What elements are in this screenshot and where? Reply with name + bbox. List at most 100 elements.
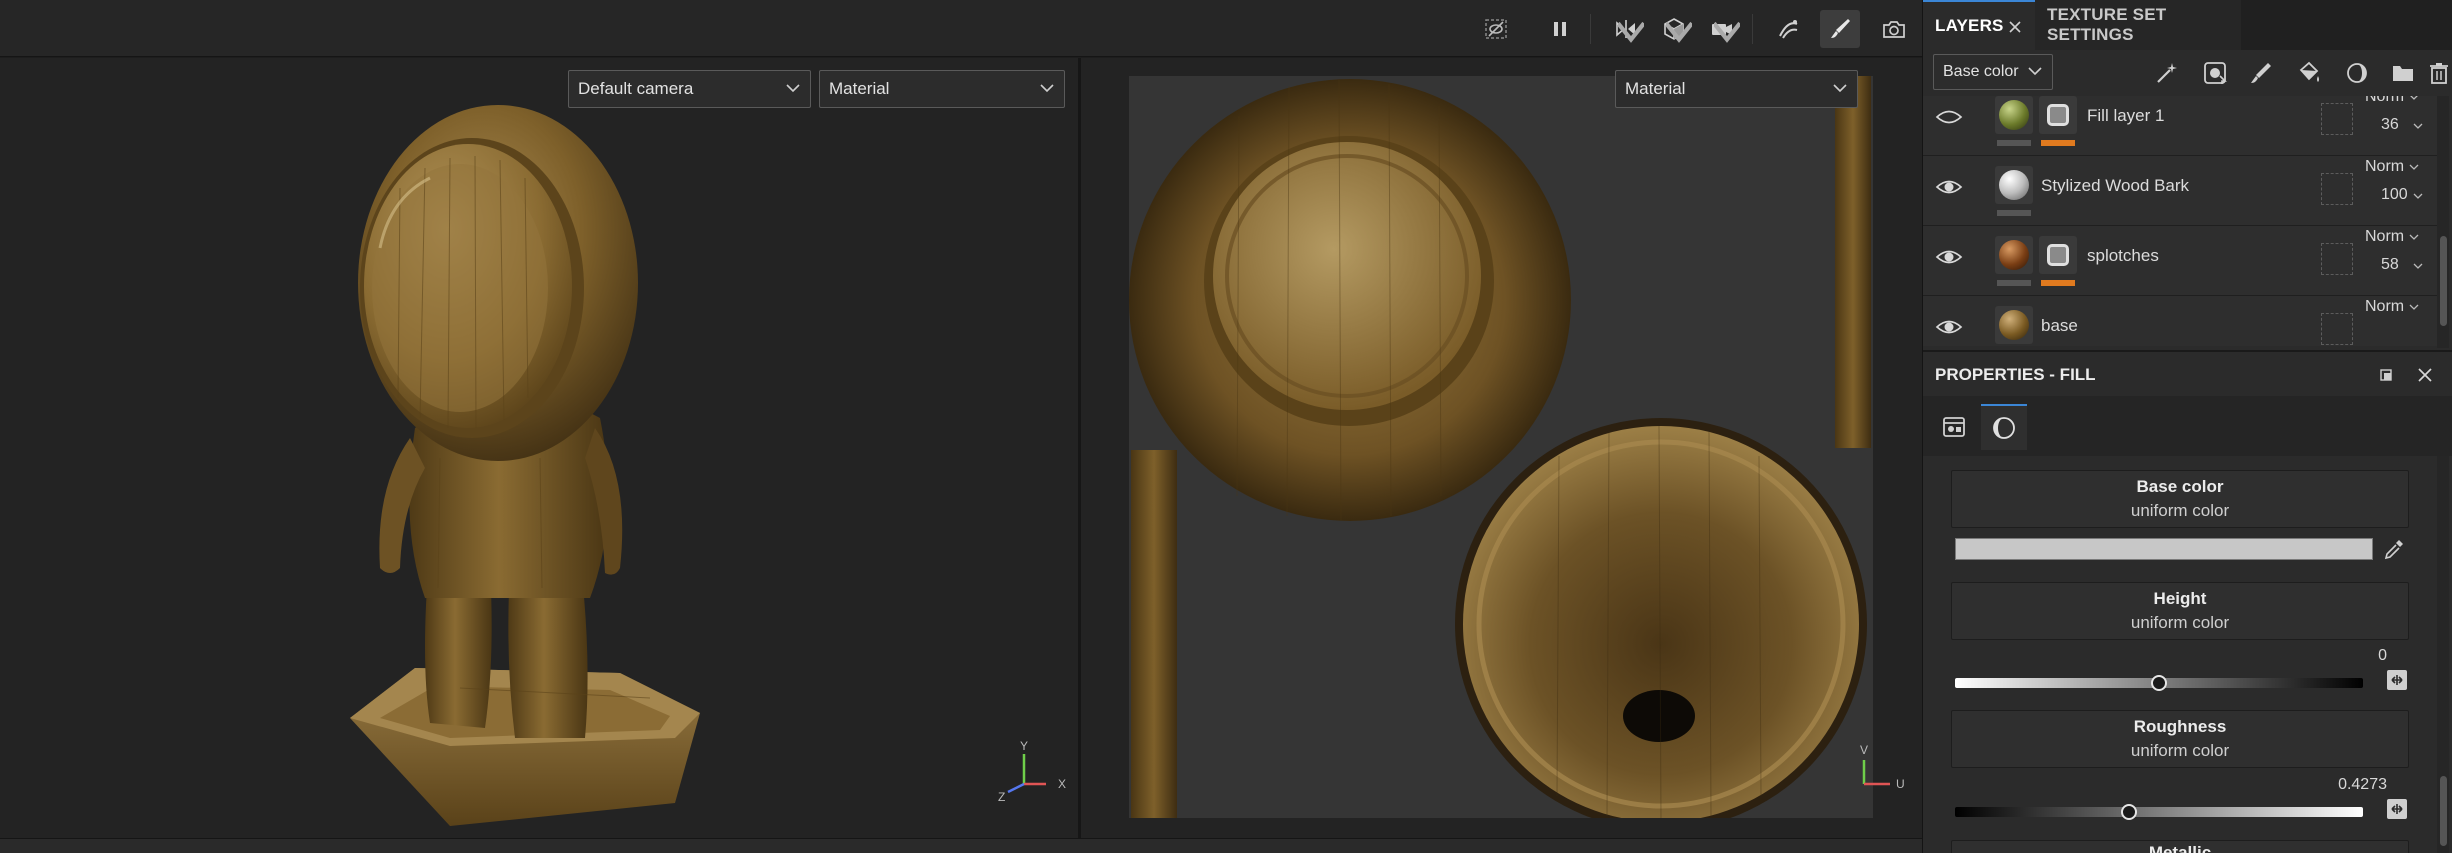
scrollbar-thumb[interactable] xyxy=(2440,776,2447,846)
visibility-eye-icon[interactable] xyxy=(1935,106,1963,128)
layer-opacity[interactable]: 36 xyxy=(2381,116,2399,134)
3d-viewport[interactable]: Default camera Material Y X Z xyxy=(0,58,1078,838)
camera-icon[interactable] xyxy=(1702,10,1742,48)
chevron-down-icon xyxy=(1714,21,1740,43)
layers-toolbar: Base color xyxy=(1923,50,2452,96)
layer-thumbnail xyxy=(1995,236,2033,274)
scrollbar-thumb[interactable] xyxy=(2440,236,2447,326)
layer-row-base[interactable]: base Norm xyxy=(1923,296,2437,346)
paint-brush-icon[interactable] xyxy=(1820,10,1860,48)
layer-row-splotches[interactable]: splotches Norm 58 xyxy=(1923,226,2437,296)
blend-mode-label: Norm xyxy=(2365,228,2405,245)
uv-texture-canvas[interactable] xyxy=(1129,76,1873,830)
channel-source: uniform color xyxy=(2130,613,2230,632)
blend-slot xyxy=(2321,313,2353,345)
blend-mode[interactable]: Norm xyxy=(2365,228,2404,246)
pause-icon[interactable] xyxy=(1540,10,1580,48)
bake-icon[interactable] xyxy=(1768,10,1808,48)
layer-name: splotches xyxy=(2087,246,2159,265)
height-channel[interactable]: Height uniform color xyxy=(1951,582,2409,640)
tab-fill-settings[interactable] xyxy=(1931,404,1977,450)
chevron-down-icon xyxy=(1040,84,1054,93)
reset-roughness-icon[interactable] xyxy=(2385,797,2409,821)
layer-thumbnail xyxy=(1995,166,2033,204)
blend-slot xyxy=(2321,103,2353,135)
eyedropper-icon[interactable] xyxy=(2381,536,2407,562)
chevron-down-icon xyxy=(2413,193,2423,199)
add-smart-material-icon[interactable] xyxy=(2341,58,2373,88)
viewport-toolbar xyxy=(0,0,1922,57)
roughness-slider-knob[interactable] xyxy=(2121,804,2138,820)
uv-islands xyxy=(1129,76,1871,830)
layer-opacity[interactable]: 58 xyxy=(2381,256,2399,274)
metallic-channel[interactable]: Metallic xyxy=(1951,840,2409,853)
layer-thumb-bar xyxy=(1997,210,2031,216)
height-slider-knob[interactable] xyxy=(2151,675,2167,691)
reset-height-icon[interactable] xyxy=(2385,668,2409,692)
screenshot-icon[interactable] xyxy=(1874,10,1914,48)
toolbar-divider xyxy=(1752,14,1753,44)
layer-row-stylized-wood-bark[interactable]: Stylized Wood Bark Norm 100 xyxy=(1923,156,2437,226)
roughness-channel[interactable]: Roughness uniform color xyxy=(1951,710,2409,768)
base-color-channel[interactable]: Base color uniform color xyxy=(1951,470,2409,528)
blend-mode[interactable]: Norm xyxy=(2365,158,2404,176)
properties-scrollbar[interactable] xyxy=(2437,456,2449,853)
blend-mode[interactable]: Norm xyxy=(2365,96,2404,106)
chevron-down-icon xyxy=(2413,263,2423,269)
properties-header: PROPERTIES - FILL xyxy=(1923,350,2452,396)
2d-viewport[interactable]: Material V U xyxy=(1081,58,1922,838)
add-fill-layer-icon[interactable] xyxy=(2293,58,2325,88)
layer-opacity[interactable]: 100 xyxy=(2381,186,2408,204)
chevron-down-icon xyxy=(2409,304,2419,310)
roughness-slider[interactable] xyxy=(1955,807,2363,817)
close-icon[interactable] xyxy=(2417,367,2433,383)
mask-thumbnail[interactable] xyxy=(2039,96,2077,134)
status-strip xyxy=(0,838,1922,853)
add-mask-icon[interactable] xyxy=(2199,58,2231,88)
channel-title: Roughness xyxy=(2133,717,2227,736)
tab-material[interactable] xyxy=(1981,404,2027,450)
uv-viewport-mode-label: Material xyxy=(1625,79,1686,98)
layer-row-fill-layer-1[interactable]: Fill layer 1 Norm 36 xyxy=(1923,96,2437,156)
visibility-eye-icon[interactable] xyxy=(1935,176,1963,198)
layers-panel: LAYERS TEXTURE SET SETTINGS Base color F… xyxy=(1922,0,2452,853)
visibility-eye-icon[interactable] xyxy=(1935,316,1963,338)
blend-mode[interactable]: Norm xyxy=(2365,298,2404,316)
uv-viewport-mode-dropdown[interactable]: Material xyxy=(1615,70,1858,108)
channel-title: Height xyxy=(2153,589,2207,608)
layer-thumb-bar xyxy=(1997,140,2031,146)
3d-model-mascot[interactable] xyxy=(320,98,720,838)
chevron-down-icon xyxy=(2410,96,2418,100)
layer-thumbnail xyxy=(1995,96,2033,134)
tab-layers[interactable]: LAYERS xyxy=(1923,0,2035,50)
blend-slot xyxy=(2321,173,2353,205)
delete-layer-icon[interactable] xyxy=(2423,58,2452,88)
symmetry-icon[interactable] xyxy=(1606,10,1646,48)
mask-thumbnail[interactable] xyxy=(2039,236,2077,274)
hide-icon[interactable] xyxy=(1476,10,1516,48)
undock-icon[interactable] xyxy=(2379,368,2393,382)
layer-list-scrollbar[interactable] xyxy=(2437,96,2449,348)
close-icon[interactable] xyxy=(2008,20,2022,34)
add-effect-icon[interactable] xyxy=(2151,58,2183,88)
layer-name: Stylized Wood Bark xyxy=(2041,176,2190,195)
visibility-eye-icon[interactable] xyxy=(1935,246,1963,268)
channel-dropdown[interactable]: Base color xyxy=(1933,54,2053,90)
channel-title: Base color xyxy=(2136,477,2224,496)
tab-texture-set-settings-label: TEXTURE SET SETTINGS xyxy=(2047,5,2167,44)
axis-x-label: X xyxy=(1058,777,1066,791)
viewport-mode-dropdown[interactable]: Material xyxy=(819,70,1065,108)
toolbar-divider xyxy=(1590,14,1591,44)
add-paint-layer-icon[interactable] xyxy=(2245,58,2277,88)
roughness-value: 0.4273 xyxy=(2338,776,2387,793)
channel-source: uniform color xyxy=(2130,501,2230,520)
channel-source: uniform color xyxy=(2130,741,2230,760)
display-mode-icon[interactable] xyxy=(1654,10,1694,48)
chevron-down-icon xyxy=(2413,123,2423,129)
base-color-swatch[interactable] xyxy=(1955,538,2373,560)
tab-texture-set-settings[interactable]: TEXTURE SET SETTINGS xyxy=(2035,0,2241,50)
channel-title: Metallic xyxy=(2148,843,2212,853)
material-sphere-icon xyxy=(1993,417,2015,439)
add-folder-icon[interactable] xyxy=(2387,58,2419,88)
mask-thumb-bar xyxy=(2041,280,2075,286)
